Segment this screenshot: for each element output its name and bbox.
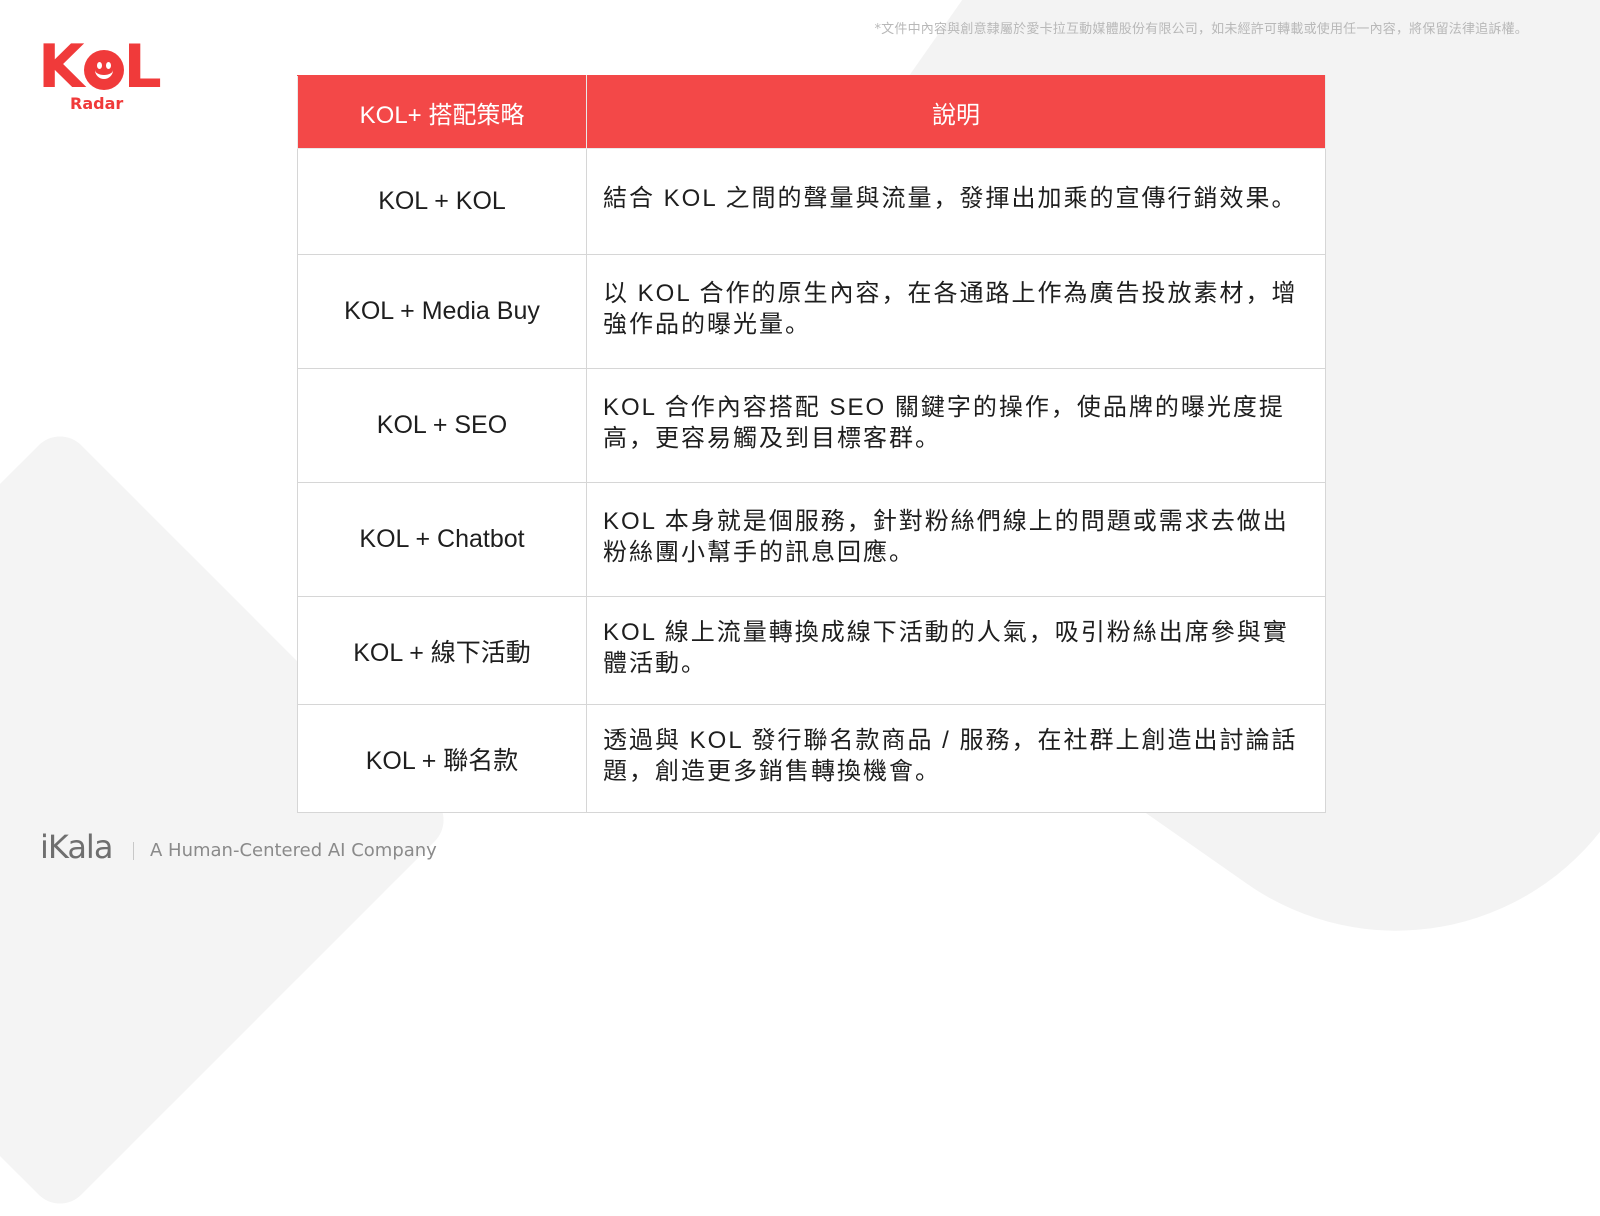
description-text: KOL 合作內容搭配 SEO 關鍵字的操作，使品牌的曝光度提高，更容易觸及到目標…	[603, 393, 1285, 452]
description-text: 結合 KOL 之間的聲量與流量，發揮出加乘的宣傳行銷效果。	[603, 185, 1298, 212]
table-row: KOL + SEO KOL 合作內容搭配 SEO 關鍵字的操作，使品牌的曝光度提…	[297, 368, 1326, 483]
row-strategy: KOL + Media Buy	[297, 254, 587, 369]
description-text: 透過與 KOL 發行聯名款商品 / 服務，在社群上創造出討論話題，創造更多銷售轉…	[603, 726, 1298, 785]
footer-tagline: A Human-Centered AI Company	[150, 840, 437, 861]
description-text: KOL 線上流量轉換成線下活動的人氣，吸引粉絲出席參與實體活動。	[603, 618, 1289, 677]
table-row: KOL + 聯名款 透過與 KOL 發行聯名款商品 / 服務，在社群上創造出討論…	[297, 704, 1326, 813]
strategy-table-container: KOL+ 搭配策略 說明 KOL + KOL 結合 KOL 之間的聲量與流量，發…	[297, 75, 1326, 813]
table-row: KOL + Chatbot KOL 本身就是個服務，針對粉絲們線上的問題或需求去…	[297, 482, 1326, 597]
table-row: KOL + Media Buy 以 KOL 合作的原生內容，在各通路上作為廣告投…	[297, 254, 1326, 369]
row-description: KOL 合作內容搭配 SEO 關鍵字的操作，使品牌的曝光度提高，更容易觸及到目標…	[586, 368, 1326, 483]
copyright-notice: *文件中內容與創意隸屬於愛卡拉互動媒體股份有限公司，如未經許可轉載或使用任一內容…	[874, 22, 1528, 37]
logo-letter-l: L	[123, 32, 162, 102]
row-description: KOL 本身就是個服務，針對粉絲們線上的問題或需求去做出粉絲團小幫手的訊息回應。	[586, 482, 1326, 597]
ikala-logo: iKala	[40, 828, 113, 866]
logo-letter-k: K	[38, 32, 84, 102]
table-row: KOL + 線下活動 KOL 線上流量轉換成線下活動的人氣，吸引粉絲出席參與實體…	[297, 596, 1326, 705]
table-row: KOL + KOL 結合 KOL 之間的聲量與流量，發揮出加乘的宣傳行銷效果。	[297, 148, 1326, 255]
row-description: KOL 線上流量轉換成線下活動的人氣，吸引粉絲出席參與實體活動。	[586, 596, 1326, 705]
footer-divider	[133, 842, 134, 860]
row-strategy: KOL + Chatbot	[297, 482, 587, 597]
table-header-row: KOL+ 搭配策略 說明	[297, 75, 1326, 149]
header-strategy: KOL+ 搭配策略	[297, 75, 587, 149]
row-description: 透過與 KOL 發行聯名款商品 / 服務，在社群上創造出討論話題，創造更多銷售轉…	[586, 704, 1326, 813]
description-text: 以 KOL 合作的原生內容，在各通路上作為廣告投放素材，增強作品的曝光量。	[603, 279, 1298, 338]
row-strategy: KOL + KOL	[297, 148, 587, 255]
description-text: KOL 本身就是個服務，針對粉絲們線上的問題或需求去做出粉絲團小幫手的訊息回應。	[603, 507, 1289, 566]
row-strategy: KOL + 聯名款	[297, 704, 587, 813]
strategy-table: KOL+ 搭配策略 說明 KOL + KOL 結合 KOL 之間的聲量與流量，發…	[297, 75, 1326, 813]
header-description: 說明	[586, 75, 1326, 149]
row-strategy: KOL + 線下活動	[297, 596, 587, 705]
row-strategy: KOL + SEO	[297, 368, 587, 483]
row-description: 結合 KOL 之間的聲量與流量，發揮出加乘的宣傳行銷效果。	[586, 148, 1326, 255]
smiley-face-icon	[83, 50, 124, 90]
row-description: 以 KOL 合作的原生內容，在各通路上作為廣告投放素材，增強作品的曝光量。	[586, 254, 1326, 369]
logo-wordmark: K L	[38, 32, 162, 102]
kol-radar-logo: K L Radar	[38, 32, 162, 116]
